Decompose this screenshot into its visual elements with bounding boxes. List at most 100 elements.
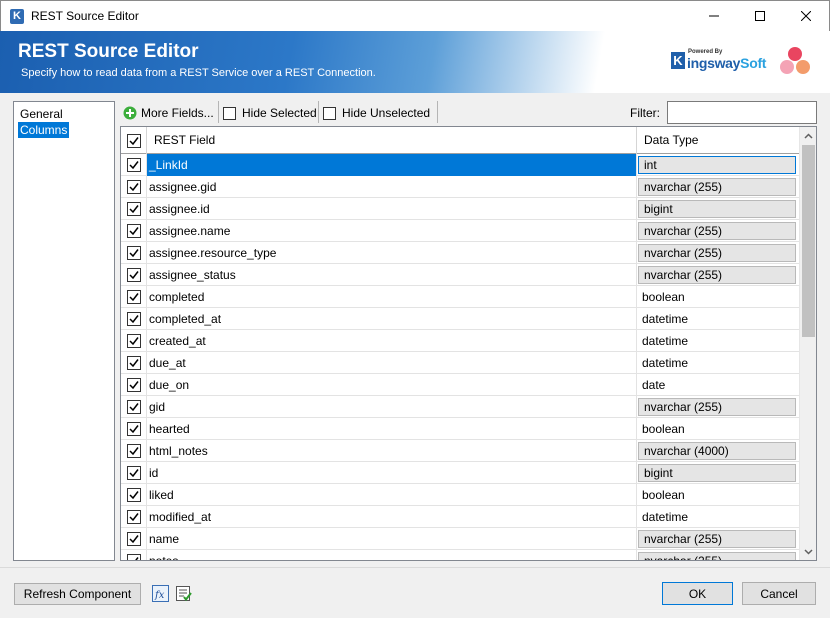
rest-field-cell[interactable]: assignee_status <box>147 264 637 286</box>
row-checkbox[interactable] <box>127 268 141 282</box>
nav-item-general[interactable]: General <box>18 106 65 122</box>
data-type-cell[interactable]: nvarchar (255) <box>637 550 799 560</box>
rest-field-cell[interactable]: assignee.gid <box>147 176 637 198</box>
scrollbar-thumb[interactable] <box>802 145 815 337</box>
vertical-scrollbar[interactable] <box>799 127 816 560</box>
table-row[interactable]: id bigint <box>121 462 799 484</box>
row-checkbox[interactable] <box>127 224 141 238</box>
data-type-cell[interactable]: nvarchar (255) <box>637 242 799 264</box>
select-all-checkbox[interactable] <box>127 134 141 148</box>
table-row[interactable]: liked boolean <box>121 484 799 506</box>
table-row[interactable]: completed boolean <box>121 286 799 308</box>
data-type-cell[interactable]: datetime <box>637 506 799 528</box>
data-type-cell[interactable]: nvarchar (255) <box>637 528 799 550</box>
rest-field-cell[interactable]: _LinkId <box>147 154 637 176</box>
table-row[interactable]: name nvarchar (255) <box>121 528 799 550</box>
row-checkbox[interactable] <box>127 202 141 216</box>
table-row[interactable]: _LinkId int <box>121 154 799 176</box>
row-checkbox[interactable] <box>127 400 141 414</box>
table-row[interactable]: gid nvarchar (255) <box>121 396 799 418</box>
table-row[interactable]: assignee.name nvarchar (255) <box>121 220 799 242</box>
table-row[interactable]: assignee.gid nvarchar (255) <box>121 176 799 198</box>
rest-field-cell[interactable]: name <box>147 528 637 550</box>
data-type-cell[interactable]: nvarchar (255) <box>637 396 799 418</box>
data-type-cell[interactable]: datetime <box>637 330 799 352</box>
refresh-component-button[interactable]: Refresh Component <box>14 583 141 605</box>
scroll-down-button[interactable] <box>800 543 816 560</box>
rest-field-cell[interactable]: gid <box>147 396 637 418</box>
rest-field-cell[interactable]: due_on <box>147 374 637 396</box>
ok-button[interactable]: OK <box>662 582 733 605</box>
data-type-cell[interactable]: int <box>637 154 799 176</box>
table-row[interactable]: assignee_status nvarchar (255) <box>121 264 799 286</box>
rest-field-cell[interactable]: completed_at <box>147 308 637 330</box>
data-type-cell[interactable]: nvarchar (255) <box>637 220 799 242</box>
data-type-cell[interactable]: date <box>637 374 799 396</box>
row-checkbox[interactable] <box>127 312 141 326</box>
data-type-cell[interactable]: datetime <box>637 308 799 330</box>
row-checkbox[interactable] <box>127 510 141 524</box>
row-checkbox[interactable] <box>127 290 141 304</box>
row-checkbox[interactable] <box>127 246 141 260</box>
nav-item-columns[interactable]: Columns <box>18 122 70 138</box>
row-checkbox[interactable] <box>127 532 141 546</box>
data-type-cell[interactable]: boolean <box>637 286 799 308</box>
table-row[interactable]: completed_at datetime <box>121 308 799 330</box>
data-type-cell[interactable]: nvarchar (255) <box>637 264 799 286</box>
rest-field-cell[interactable]: assignee.name <box>147 220 637 242</box>
rest-field-cell[interactable]: hearted <box>147 418 637 440</box>
table-row[interactable]: modified_at datetime <box>121 506 799 528</box>
row-checkbox[interactable] <box>127 180 141 194</box>
minimize-button[interactable] <box>691 1 737 31</box>
table-row[interactable]: due_at datetime <box>121 352 799 374</box>
data-type-cell[interactable]: boolean <box>637 484 799 506</box>
rest-field-cell[interactable]: created_at <box>147 330 637 352</box>
rest-field-cell[interactable]: notes <box>147 550 637 560</box>
row-checkbox[interactable] <box>127 334 141 348</box>
filter-input[interactable] <box>667 101 817 124</box>
rest-field-cell[interactable]: completed <box>147 286 637 308</box>
row-checkbox[interactable] <box>127 158 141 172</box>
data-type-cell[interactable]: bigint <box>637 198 799 220</box>
table-row[interactable]: hearted boolean <box>121 418 799 440</box>
row-checkbox[interactable] <box>127 422 141 436</box>
more-fields-button[interactable]: More Fields... <box>123 103 214 123</box>
data-type-cell[interactable]: boolean <box>637 418 799 440</box>
hide-unselected-checkbox[interactable] <box>323 106 336 120</box>
table-row[interactable]: assignee.resource_type nvarchar (255) <box>121 242 799 264</box>
table-row[interactable]: due_on date <box>121 374 799 396</box>
rest-field-cell[interactable]: due_at <box>147 352 637 374</box>
table-row[interactable]: assignee.id bigint <box>121 198 799 220</box>
row-checkbox-cell <box>121 484 147 506</box>
hide-selected-toggle[interactable]: Hide Selected <box>223 103 317 123</box>
table-row[interactable]: notes nvarchar (255) <box>121 550 799 560</box>
row-checkbox[interactable] <box>127 444 141 458</box>
row-checkbox[interactable] <box>127 488 141 502</box>
close-button[interactable] <box>783 1 829 31</box>
scroll-up-button[interactable] <box>800 127 816 144</box>
hide-selected-checkbox[interactable] <box>223 106 236 120</box>
expression-button[interactable]: fx <box>152 585 169 602</box>
rest-field-cell[interactable]: modified_at <box>147 506 637 528</box>
row-checkbox[interactable] <box>127 356 141 370</box>
cancel-button[interactable]: Cancel <box>742 582 816 605</box>
rest-field-cell[interactable]: liked <box>147 484 637 506</box>
data-type-cell[interactable]: bigint <box>637 462 799 484</box>
header-data-type[interactable]: Data Type <box>637 127 799 154</box>
properties-button[interactable] <box>175 585 192 602</box>
data-type-cell[interactable]: datetime <box>637 352 799 374</box>
rest-field-cell[interactable]: assignee.resource_type <box>147 242 637 264</box>
row-checkbox[interactable] <box>127 466 141 480</box>
data-type-cell[interactable]: nvarchar (255) <box>637 176 799 198</box>
hide-unselected-toggle[interactable]: Hide Unselected <box>323 103 430 123</box>
table-row[interactable]: created_at datetime <box>121 330 799 352</box>
data-type-cell[interactable]: nvarchar (4000) <box>637 440 799 462</box>
header-rest-field[interactable]: REST Field <box>147 127 637 154</box>
rest-field-cell[interactable]: html_notes <box>147 440 637 462</box>
row-checkbox[interactable] <box>127 378 141 392</box>
table-row[interactable]: html_notes nvarchar (4000) <box>121 440 799 462</box>
row-checkbox[interactable] <box>127 554 141 560</box>
rest-field-cell[interactable]: assignee.id <box>147 198 637 220</box>
rest-field-cell[interactable]: id <box>147 462 637 484</box>
maximize-button[interactable] <box>737 1 783 31</box>
